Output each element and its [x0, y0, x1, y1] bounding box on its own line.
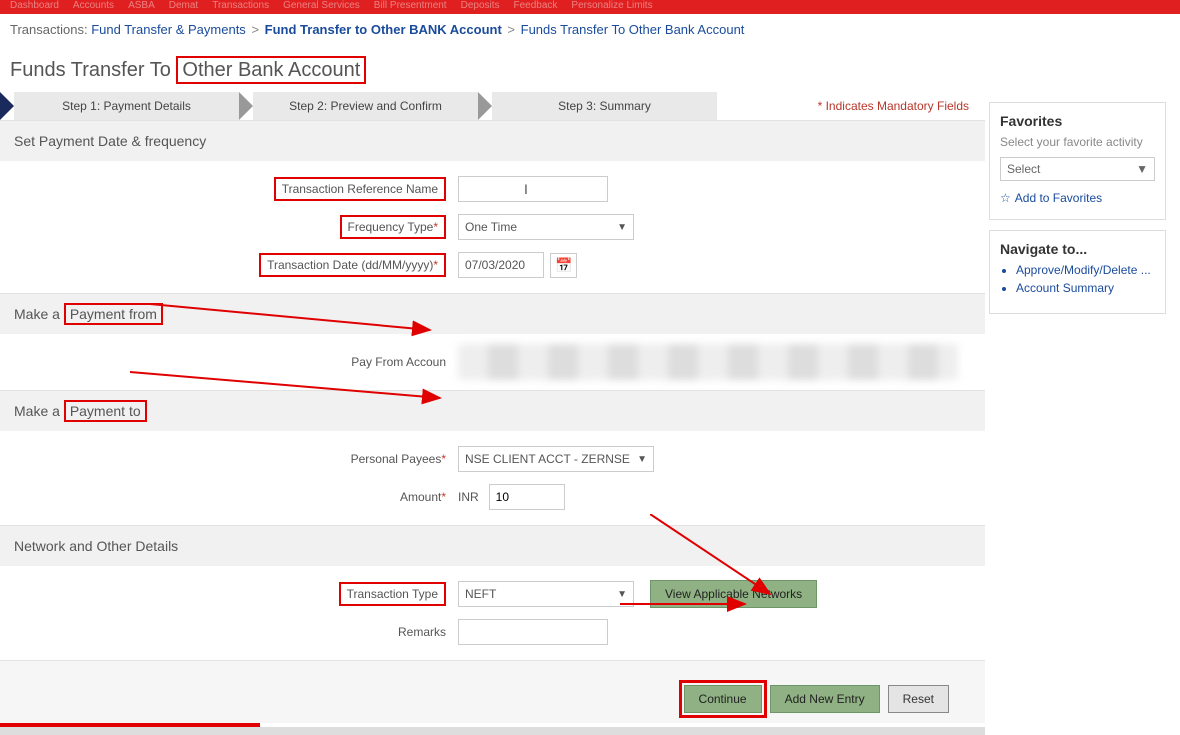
nav-item[interactable]: Dashboard: [10, 0, 59, 11]
nav-item[interactable]: Demat: [169, 0, 198, 11]
breadcrumb-root: Transactions:: [10, 22, 88, 37]
nav-item[interactable]: Feedback: [514, 0, 558, 11]
nav-item[interactable]: Accounts: [73, 0, 114, 11]
text-cursor-icon: I: [524, 181, 528, 197]
nav-item[interactable]: Personalize Limits: [571, 0, 652, 11]
breadcrumb-link[interactable]: Fund Transfer to Other BANK Account: [265, 22, 502, 37]
label-txn-date: Transaction Date (dd/MM/yyyy)*: [0, 253, 452, 277]
caret-down-icon: ▼: [1136, 162, 1148, 176]
txn-ref-input[interactable]: [458, 176, 608, 202]
label-txn-type: Transaction Type: [0, 582, 452, 606]
section-header-pay-to: Make a Payment to: [0, 390, 985, 431]
section-header-pay-from: Make a Payment from: [0, 293, 985, 334]
label-pay-from-account: Pay From Accoun: [0, 355, 452, 369]
add-to-favorites-link[interactable]: ☆ Add to Favorites: [1000, 191, 1155, 205]
nav-item[interactable]: ASBA: [128, 0, 155, 11]
section-header-network: Network and Other Details: [0, 525, 985, 566]
navigate-link[interactable]: Account Summary: [1016, 281, 1155, 295]
wizard-steps: Step 1: Payment Details Step 2: Preview …: [0, 92, 985, 120]
nav-item[interactable]: General Services: [283, 0, 360, 11]
section-pre: Make a: [14, 403, 64, 419]
breadcrumb: Transactions: Fund Transfer & Payments >…: [0, 14, 1180, 41]
favorites-title: Favorites: [1000, 113, 1155, 129]
navigate-panel: Navigate to... Approve/Modify/Delete ...…: [989, 230, 1166, 314]
action-button-row: Continue Add New Entry Reset: [0, 660, 985, 723]
remarks-input[interactable]: [458, 619, 608, 645]
star-icon: ☆: [1000, 191, 1011, 205]
view-networks-button[interactable]: View Applicable Networks: [650, 580, 817, 608]
payee-select[interactable]: NSE CLIENT ACCT - ZERNSE ▼: [458, 446, 654, 472]
breadcrumb-current: Funds Transfer To Other Bank Account: [521, 22, 745, 37]
navigate-link[interactable]: Approve/Modify/Delete ...: [1016, 263, 1155, 277]
section-pre: Make a: [14, 306, 64, 322]
mandatory-note: * Indicates Mandatory Fields: [818, 99, 985, 113]
section-highlight: Payment from: [64, 303, 163, 325]
nav-item[interactable]: Transactions: [212, 0, 269, 11]
favorites-subtitle: Select your favorite activity: [1000, 135, 1155, 149]
pay-from-account-value-redacted: [458, 344, 958, 380]
top-nav: Dashboard Accounts ASBA Demat Transactio…: [0, 0, 1180, 14]
txn-date-input[interactable]: [458, 252, 544, 278]
continue-button[interactable]: Continue: [684, 685, 762, 713]
breadcrumb-link[interactable]: Fund Transfer & Payments: [91, 22, 246, 37]
page-title-pre: Funds Transfer To: [10, 59, 176, 81]
step-1[interactable]: Step 1: Payment Details: [14, 92, 239, 120]
step-2[interactable]: Step 2: Preview and Confirm: [253, 92, 478, 120]
favorites-panel: Favorites Select your favorite activity …: [989, 102, 1166, 220]
step-arrow-icon: [0, 92, 14, 120]
label-amount: Amount*: [0, 490, 452, 504]
label-remarks: Remarks: [0, 625, 452, 639]
label-txn-ref: Transaction Reference Name: [0, 177, 452, 201]
add-new-entry-button[interactable]: Add New Entry: [770, 685, 880, 713]
section-header-date-freq: Set Payment Date & frequency: [0, 120, 985, 161]
txn-type-select[interactable]: NEFT ▼: [458, 581, 634, 607]
add-to-favorites-label: Add to Favorites: [1015, 191, 1102, 205]
favorites-select-value: Select: [1007, 162, 1040, 176]
caret-down-icon: ▼: [637, 454, 647, 465]
currency-label: INR: [458, 490, 479, 504]
nav-item[interactable]: Deposits: [461, 0, 500, 11]
caret-down-icon: ▼: [617, 222, 627, 233]
frequency-type-select[interactable]: One Time ▼: [458, 214, 634, 240]
favorites-select[interactable]: Select ▼: [1000, 157, 1155, 181]
txn-type-value: NEFT: [465, 587, 496, 601]
step-3[interactable]: Step 3: Summary: [492, 92, 717, 120]
step-arrow-icon: [239, 92, 253, 120]
page-title: Funds Transfer To Other Bank Account: [0, 41, 1180, 92]
page-title-highlight: Other Bank Account: [176, 56, 366, 84]
step-arrow-icon: [478, 92, 492, 120]
section-highlight: Payment to: [64, 400, 147, 422]
payee-selected-value: NSE CLIENT ACCT - ZERNSE: [465, 452, 630, 466]
calendar-icon[interactable]: 📅: [550, 253, 577, 278]
reset-button[interactable]: Reset: [888, 685, 949, 713]
label-personal-payees: Personal Payees*: [0, 452, 452, 466]
amount-input[interactable]: [489, 484, 565, 510]
frequency-type-value: One Time: [465, 220, 517, 234]
scrollbar-track[interactable]: [0, 727, 985, 735]
caret-down-icon: ▼: [617, 589, 627, 600]
nav-item[interactable]: Bill Presentment: [374, 0, 447, 11]
label-frequency-type: Frequency Type*: [0, 215, 452, 239]
navigate-title: Navigate to...: [1000, 241, 1155, 257]
